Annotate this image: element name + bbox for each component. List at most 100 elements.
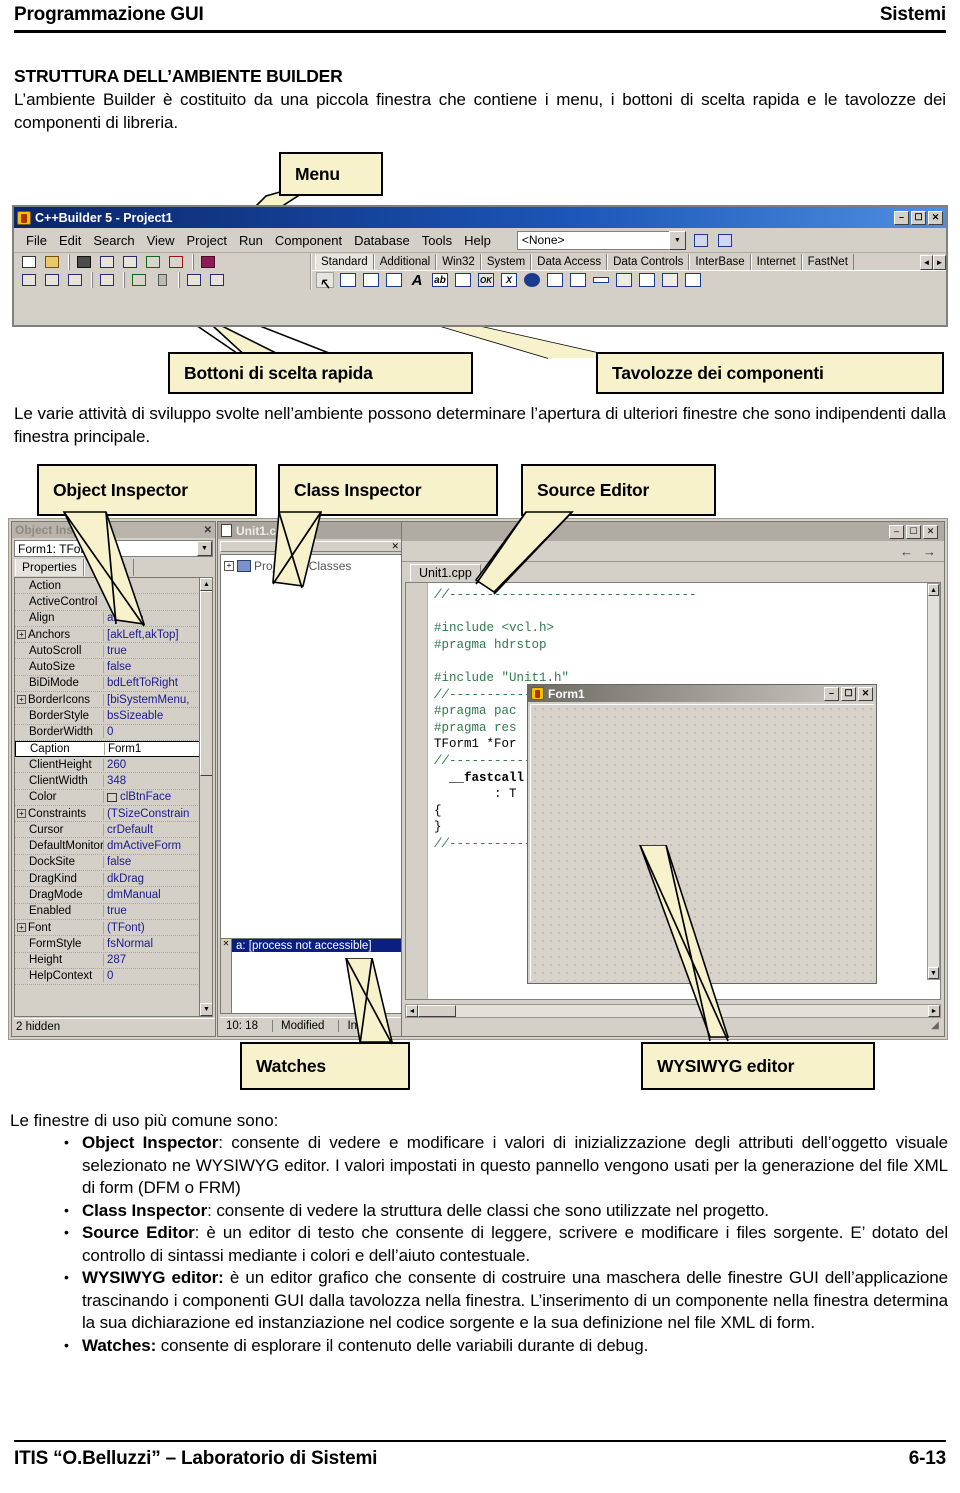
- property-row[interactable]: Caption Form1: [15, 740, 212, 757]
- listbox-icon[interactable]: [546, 272, 564, 288]
- property-value[interactable]: 260: [103, 758, 212, 771]
- minimize-icon[interactable]: –: [894, 210, 909, 225]
- popupmenu-icon[interactable]: [385, 272, 403, 288]
- property-value[interactable]: dkDrag: [103, 872, 212, 885]
- property-row[interactable]: + Font (TFont): [15, 920, 212, 937]
- memo-icon[interactable]: [454, 272, 472, 288]
- property-value[interactable]: crDefault: [103, 823, 212, 836]
- menu-item-component[interactable]: Component: [269, 232, 348, 249]
- mainmenu-icon[interactable]: [362, 272, 380, 288]
- property-row[interactable]: ClientHeight 260: [15, 757, 212, 774]
- property-value[interactable]: fsNormal: [103, 937, 212, 950]
- menu-item-view[interactable]: View: [141, 232, 181, 249]
- palette-tab-data-access[interactable]: Data Access: [531, 254, 608, 270]
- label-icon[interactable]: A: [408, 272, 426, 288]
- menu-item-run[interactable]: Run: [233, 232, 269, 249]
- checkbox-icon[interactable]: X: [500, 272, 518, 288]
- object-inspector-panel[interactable]: Object Inspector ✕ Form1: TForm1 ▼ Prope…: [11, 521, 216, 1037]
- speed-buttons-row-1[interactable]: [14, 253, 310, 271]
- scroll-up-icon[interactable]: ▲: [200, 578, 212, 591]
- object-selector-combo[interactable]: Form1: TForm1 ▼: [14, 540, 213, 557]
- watch-panel-close-strip[interactable]: ✕: [221, 939, 232, 1013]
- property-value[interactable]: Form1: [104, 742, 211, 755]
- expand-icon[interactable]: +: [17, 695, 26, 705]
- expand-icon[interactable]: +: [17, 630, 26, 639]
- property-value[interactable]: bsSizeable: [103, 710, 212, 723]
- source-editor-horizontal-scrollbar[interactable]: ◄ ►: [405, 1004, 941, 1018]
- property-row[interactable]: + Anchors [akLeft,akTop]: [15, 627, 212, 644]
- hscrollbar-thumb[interactable]: [418, 1005, 456, 1017]
- property-value[interactable]: clBtnFace: [103, 791, 212, 804]
- ide-composite-screenshot[interactable]: Object Inspector ✕ Form1: TForm1 ▼ Prope…: [8, 518, 948, 1040]
- minimize-icon[interactable]: –: [889, 524, 904, 539]
- run-icon[interactable]: [129, 272, 150, 289]
- property-grid-scrollbar[interactable]: ▲ ▼: [199, 578, 212, 1016]
- menu-item-search[interactable]: Search: [87, 232, 140, 249]
- remove-from-project-icon[interactable]: [166, 254, 187, 271]
- property-value[interactable]: [biSystemMenu,: [103, 693, 212, 706]
- property-row[interactable]: Action: [15, 578, 212, 595]
- view-unit-icon[interactable]: [65, 272, 86, 289]
- property-value[interactable]: 348: [103, 774, 212, 787]
- form-designer-window-controls[interactable]: – ☐ ✕: [824, 686, 876, 701]
- property-row[interactable]: ClientWidth 348: [15, 773, 212, 790]
- toggle-unit-icon[interactable]: [42, 272, 63, 289]
- property-value[interactable]: false: [103, 856, 212, 869]
- minimize-icon[interactable]: –: [824, 686, 839, 701]
- close-icon[interactable]: ✕: [391, 541, 401, 552]
- property-value[interactable]: true: [103, 905, 212, 918]
- menu-item-file[interactable]: File: [20, 232, 53, 249]
- resize-grip-icon[interactable]: ◢: [928, 1020, 942, 1034]
- component-palette-icons[interactable]: ↖ A ab OK X: [312, 270, 946, 293]
- tab-unit1-cpp[interactable]: Unit1.cpp: [410, 564, 481, 581]
- menu-item-database[interactable]: Database: [348, 232, 416, 249]
- class-inspector-toolbar[interactable]: ✕: [220, 541, 402, 552]
- open-file-icon[interactable]: [42, 254, 63, 271]
- new-file-icon[interactable]: [19, 254, 40, 271]
- combobox-icon[interactable]: [569, 272, 587, 288]
- close-icon[interactable]: ✕: [204, 525, 212, 536]
- watch-list-panel[interactable]: ✕ a: [process not accessible]: [220, 938, 404, 1014]
- palette-tab-internet[interactable]: Internet: [750, 254, 802, 270]
- tab-events[interactable]: Events: [83, 559, 135, 576]
- component-palette-tabs[interactable]: Standard Additional Win32 System Data Ac…: [312, 253, 946, 270]
- property-value[interactable]: (TFont): [103, 921, 212, 934]
- scrollbar-icon[interactable]: [592, 272, 610, 288]
- radiobutton-icon[interactable]: [523, 272, 541, 288]
- new-form-icon[interactable]: [19, 272, 40, 289]
- property-row[interactable]: BiDiMode bdLeftToRight: [15, 676, 212, 693]
- palette-tab-data-controls[interactable]: Data Controls: [607, 254, 690, 270]
- property-row[interactable]: Height 287: [15, 953, 212, 969]
- palette-tab-standard[interactable]: Standard: [315, 254, 374, 270]
- edit-icon[interactable]: ab: [431, 272, 449, 288]
- scroll-down-icon[interactable]: ▼: [200, 1003, 212, 1016]
- save-icon[interactable]: [74, 254, 95, 271]
- view-form-icon[interactable]: [97, 272, 118, 289]
- component-palette[interactable]: Standard Additional Win32 System Data Ac…: [312, 253, 946, 293]
- palette-tab-interbase[interactable]: InterBase: [689, 254, 751, 270]
- expand-icon[interactable]: +: [224, 561, 234, 571]
- view-form-icon[interactable]: [692, 231, 710, 249]
- watch-list-item[interactable]: a: [process not accessible]: [232, 939, 403, 952]
- property-row[interactable]: ActiveControl: [15, 594, 212, 611]
- property-value[interactable]: dmActiveForm: [103, 840, 212, 853]
- scroll-left-icon[interactable]: ◄: [406, 1005, 418, 1017]
- close-icon[interactable]: ✕: [858, 686, 873, 701]
- chevron-down-icon[interactable]: ▼: [668, 230, 686, 250]
- property-row[interactable]: AutoSize false: [15, 659, 212, 676]
- project-combo-wrap[interactable]: <None> ▼: [516, 230, 734, 250]
- chevron-left-icon[interactable]: ◄: [920, 255, 933, 270]
- scroll-right-icon[interactable]: ►: [928, 1005, 940, 1017]
- cpp-builder-window[interactable]: C++Builder 5 - Project1 – ☐ ✕ File Edit …: [12, 205, 948, 327]
- property-value[interactable]: 287: [103, 954, 212, 967]
- form-designer-canvas[interactable]: [530, 704, 874, 981]
- source-editor-window-controls[interactable]: – ☐ ✕: [889, 524, 941, 539]
- toggle-form-unit-icon[interactable]: [716, 231, 734, 249]
- property-row[interactable]: DockSite false: [15, 855, 212, 872]
- groupbox-icon[interactable]: [615, 272, 633, 288]
- help-contents-icon[interactable]: [198, 254, 219, 271]
- actionlist-icon[interactable]: [684, 272, 702, 288]
- speed-buttons-row-2[interactable]: [14, 271, 310, 289]
- property-row[interactable]: DragMode dmManual: [15, 887, 212, 904]
- maximize-icon[interactable]: ☐: [906, 524, 921, 539]
